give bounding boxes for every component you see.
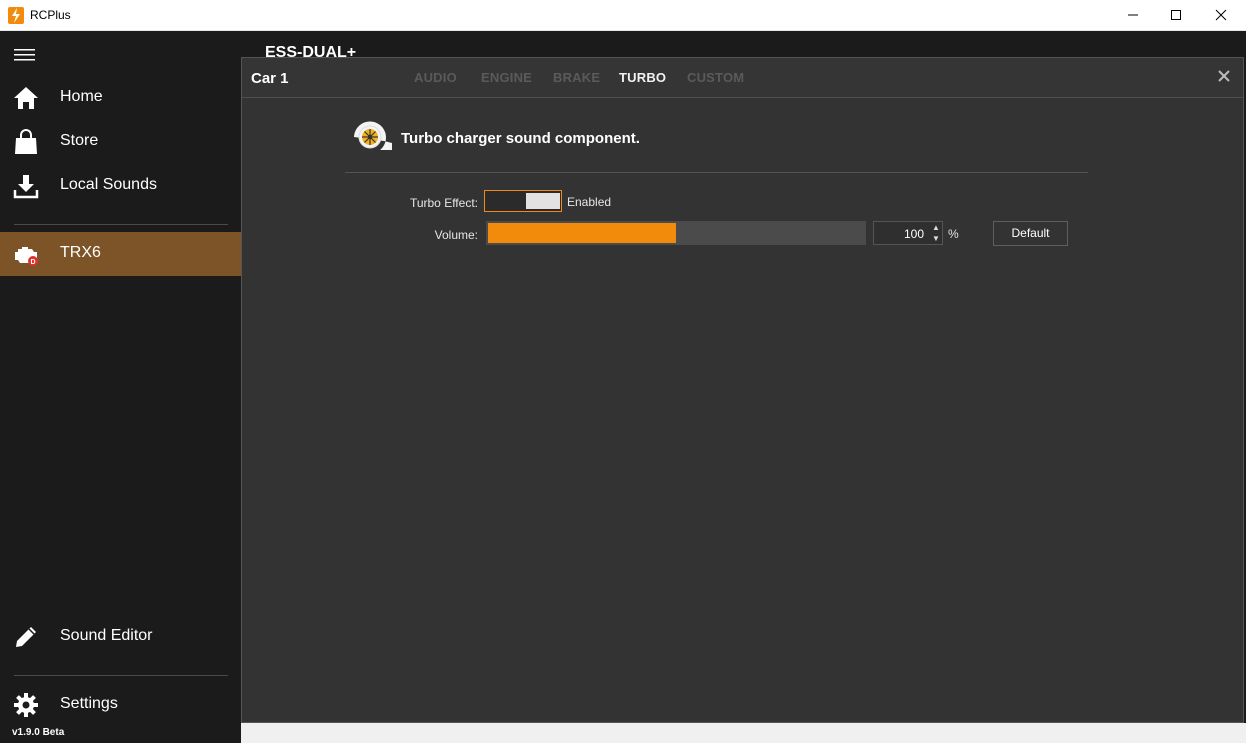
turbo-effect-toggle[interactable] [484,190,562,212]
tab-brake[interactable]: BRAKE [553,70,600,85]
sidebar-item-label: Home [60,88,103,105]
sidebar-item-settings[interactable]: Settings [0,683,241,727]
sidebar-item-local-sounds[interactable]: Local Sounds [0,164,241,208]
sidebar-item-label: Settings [60,695,118,712]
spin-up-icon[interactable]: ▲ [931,223,941,233]
volume-unit: % [948,227,959,241]
sidebar-item-trx6[interactable]: D TRX6 [0,232,241,276]
turbo-icon [354,121,392,150]
sidebar: Home Store Local Sounds D TRX6 Sound Edi… [0,31,241,743]
tab-audio[interactable]: AUDIO [414,70,457,85]
volume-slider-fill [488,223,676,243]
window-title: RCPlus [30,8,71,22]
sidebar-item-sound-editor[interactable]: Sound Editor [0,615,241,659]
volume-value: 100 [903,227,924,241]
home-icon [14,87,38,109]
download-icon [13,175,39,199]
maximize-button[interactable] [1153,0,1199,30]
sidebar-item-label: Sound Editor [60,627,153,644]
hamburger-menu-icon[interactable] [14,46,36,62]
minimize-icon [1128,14,1138,16]
engine-icon: D [15,247,38,266]
section-heading: Turbo charger sound component. [401,130,640,147]
turbo-effect-state: Enabled [567,195,612,209]
close-icon [1215,9,1227,21]
volume-slider[interactable] [486,221,866,245]
car-settings-panel: Car 1 AUDIO ENGINE BRAKE TURBO CUSTOM Tu… [241,57,1244,723]
minimize-button[interactable] [1110,0,1156,30]
tab-custom[interactable]: CUSTOM [687,70,744,85]
sidebar-item-label: Store [60,132,99,149]
toggle-knob [526,193,560,209]
svg-text:D: D [30,259,35,266]
panel-title: Car 1 [251,70,289,87]
app-logo-icon [8,7,24,24]
tab-engine[interactable]: ENGINE [481,70,532,85]
default-button[interactable]: Default [993,221,1068,246]
close-icon[interactable] [1217,69,1231,83]
sidebar-item-label: TRX6 [60,244,101,261]
sidebar-item-label: Local Sounds [60,176,157,193]
maximize-icon [1171,10,1181,20]
volume-spinbox[interactable]: 100 ▲ ▼ [873,221,943,245]
sidebar-divider [14,675,228,676]
sidebar-item-store[interactable]: Store [0,120,241,164]
close-window-button[interactable] [1198,0,1244,30]
window-title-bar: RCPlus [0,0,1246,31]
spin-down-icon[interactable]: ▼ [931,234,941,244]
shopping-bag-icon [15,129,37,154]
volume-label: Volume: [434,228,478,242]
sidebar-divider [14,224,228,225]
gear-icon [14,693,38,717]
app-version: v1.9.0 Beta [12,727,65,738]
turbo-effect-label: Turbo Effect: [409,196,478,210]
pencil-icon [16,627,36,647]
panel-header: Car 1 AUDIO ENGINE BRAKE TURBO CUSTOM [242,58,1243,98]
section-divider [345,172,1088,173]
tab-turbo[interactable]: TURBO [619,70,666,85]
bottom-strip [241,723,1246,743]
sidebar-item-home[interactable]: Home [0,76,241,120]
